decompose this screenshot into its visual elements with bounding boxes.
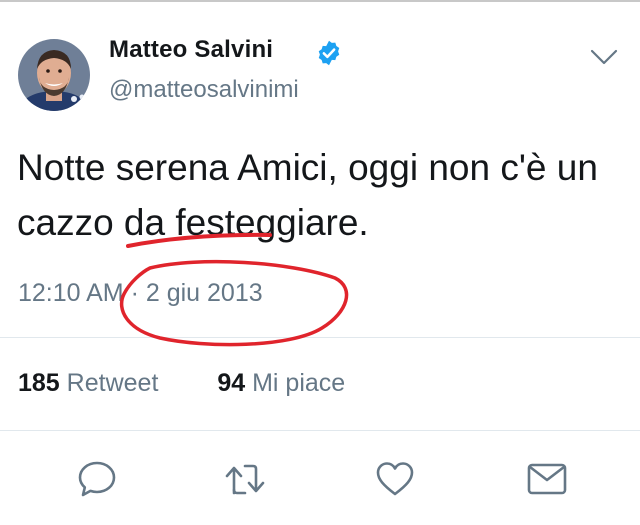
tweet-date: 2 giu 2013 bbox=[145, 279, 263, 307]
avatar[interactable] bbox=[18, 39, 90, 111]
verified-badge-icon bbox=[315, 39, 343, 67]
like-icon bbox=[376, 462, 414, 496]
user-handle[interactable]: @matteosalvinimi bbox=[109, 76, 299, 104]
likes-stat[interactable]: 94 Mi piace bbox=[217, 369, 345, 397]
likes-count: 94 bbox=[217, 369, 246, 397]
reply-button[interactable] bbox=[73, 455, 121, 503]
red-annotation-marks bbox=[119, 232, 349, 347]
retweets-count: 185 bbox=[18, 369, 60, 397]
retweet-icon bbox=[225, 464, 265, 495]
tweet-text: Notte serena Amici, oggi non c'è un cazz… bbox=[17, 147, 598, 243]
likes-label: Mi piace bbox=[252, 369, 346, 397]
top-border bbox=[0, 0, 640, 2]
retweets-label: Retweet bbox=[66, 369, 159, 397]
engagement-stats: 185 Retweet 94 Mi piace bbox=[18, 369, 345, 398]
like-button[interactable] bbox=[371, 455, 419, 503]
retweets-stat[interactable]: 185 Retweet bbox=[18, 369, 165, 397]
display-name[interactable]: Matteo Salvini bbox=[109, 36, 273, 64]
chevron-down-icon[interactable] bbox=[588, 46, 620, 68]
tweet-meta: 12:10 AM · 2 giu 2013 bbox=[18, 279, 263, 308]
direct-message-button[interactable] bbox=[523, 455, 571, 503]
divider bbox=[0, 337, 640, 338]
meta-separator: · bbox=[130, 279, 139, 307]
retweet-button[interactable] bbox=[221, 455, 269, 503]
divider bbox=[0, 430, 640, 431]
reply-icon bbox=[78, 461, 116, 497]
message-icon bbox=[527, 463, 567, 495]
tweet-time: 12:10 AM bbox=[18, 279, 124, 307]
